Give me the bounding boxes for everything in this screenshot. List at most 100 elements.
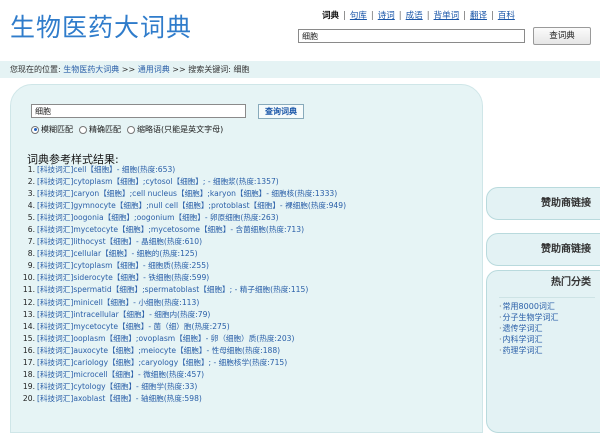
- hot-categories: 热门分类 常用8000词汇分子生物学词汇遗传学词汇内科学词汇药理学词汇: [486, 270, 600, 433]
- result-category-link[interactable]: [科技词汇]: [37, 273, 73, 282]
- top-search-input[interactable]: 细胞: [298, 29, 525, 43]
- result-category-link[interactable]: [科技词汇]: [37, 310, 73, 319]
- match-options: 模糊匹配 精确匹配 缩略语(只能是英文字母): [31, 124, 229, 135]
- top-search-button[interactable]: 查词典: [533, 27, 591, 45]
- nav-encyclopedia[interactable]: 百科: [498, 11, 515, 21]
- result-entry-link[interactable]: minicell【细胞】- 小细胞(热度:113): [73, 298, 199, 307]
- hot-category-link[interactable]: 内科学词汇: [499, 334, 595, 345]
- result-item: 19. [科技词汇]cytology【细胞】- 细胞学(热度:33): [18, 381, 478, 393]
- result-entry-link[interactable]: microcell【细胞】- 微细胞(热度:457): [73, 370, 204, 379]
- result-entry-link[interactable]: siderocyte【细胞】- 铁细胞(热度:599): [73, 273, 209, 282]
- result-category-link[interactable]: [科技词汇]: [37, 285, 73, 294]
- fuzzy-match-option[interactable]: 模糊匹配: [31, 124, 73, 135]
- result-category-link[interactable]: [科技词汇]: [37, 213, 73, 222]
- site-logo[interactable]: 生物医药大词典: [10, 8, 192, 44]
- nav-sentences[interactable]: 句库: [350, 11, 367, 21]
- result-category-link[interactable]: [科技词汇]: [37, 249, 73, 258]
- result-entry-link[interactable]: cytoplasm【细胞】;cytosol【细胞】; - 细胞浆(热度:1357…: [73, 177, 278, 186]
- top-nav: 词典 | 句库 | 诗词 | 成语 | 背单词 | 翻译 | 百科: [322, 9, 515, 21]
- dictionary-search-input[interactable]: 细胞: [31, 104, 246, 118]
- result-entry-link[interactable]: caryon【细胞】;cell nucleus【细胞】;karyon【细胞】- …: [73, 189, 337, 198]
- result-item: 18. [科技词汇]microcell【细胞】- 微细胞(热度:457): [18, 369, 478, 381]
- result-category-link[interactable]: [科技词汇]: [37, 382, 73, 391]
- result-entry-link[interactable]: cell【细胞】- 细胞(热度:653): [73, 165, 175, 174]
- result-entry-link[interactable]: auxocyte【细胞】;meiocyte【细胞】- 性母细胞(热度:188): [73, 346, 280, 355]
- hot-category-link[interactable]: 分子生物学词汇: [499, 312, 595, 323]
- result-number: 2.: [27, 177, 35, 187]
- result-number: 15.: [22, 333, 35, 343]
- nav-vocab[interactable]: 背单词: [434, 11, 460, 21]
- result-number: 13.: [22, 309, 35, 319]
- result-category-link[interactable]: [科技词汇]: [37, 237, 73, 246]
- result-entry-link[interactable]: intracellular【细胞】- 细胞内(热度:79): [73, 310, 210, 319]
- results-list: 1. [科技词汇]cell【细胞】- 细胞(热度:653) 2. [科技词汇]cyto…: [18, 164, 478, 405]
- result-item: 9. [科技词汇]cytoplasm【细胞】- 细胞质(热度:255): [18, 260, 478, 272]
- result-entry-link[interactable]: oogonia【细胞】;oogonium【细胞】- 卵原细胞(热度:263): [73, 213, 278, 222]
- dictionary-search-button[interactable]: 查询词典: [258, 104, 304, 119]
- radio-icon[interactable]: [79, 125, 87, 134]
- result-item: 2. [科技词汇]cytoplasm【细胞】;cytosol【细胞】; - 细胞浆…: [18, 176, 478, 188]
- result-category-link[interactable]: [科技词汇]: [37, 261, 73, 270]
- result-item: 1. [科技词汇]cell【细胞】- 细胞(热度:653): [18, 164, 478, 176]
- result-category-link[interactable]: [科技词汇]: [37, 394, 73, 403]
- breadcrumb-separator: >>: [172, 65, 186, 74]
- result-item: 16. [科技词汇]auxocyte【细胞】;meiocyte【细胞】- 性母细胞…: [18, 345, 478, 357]
- result-category-link[interactable]: [科技词汇]: [37, 358, 73, 367]
- result-number: 1.: [27, 165, 35, 174]
- nav-separator: |: [343, 11, 346, 21]
- result-entry-link[interactable]: mycetocyte【细胞】;mycetosome【细胞】- 含菌细胞(热度:7…: [73, 225, 304, 234]
- result-category-link[interactable]: [科技词汇]: [37, 189, 73, 198]
- hot-category-link[interactable]: 药理学词汇: [499, 345, 595, 356]
- sponsor-box-2: 赞助商链接: [486, 233, 600, 266]
- result-number: 17.: [22, 357, 35, 367]
- hot-category-link[interactable]: 常用8000词汇: [499, 301, 595, 312]
- nav-separator: |: [463, 11, 466, 21]
- result-category-link[interactable]: [科技词汇]: [37, 370, 73, 379]
- result-item: 20. [科技词汇]axoblast【细胞】- 轴细胞(热度:598): [18, 393, 478, 405]
- sponsor-title: 赞助商链接: [541, 198, 591, 209]
- result-number: 10.: [22, 273, 35, 283]
- result-entry-link[interactable]: cellular【细胞】- 细胞的(热度:125): [73, 249, 197, 258]
- result-category-link[interactable]: [科技词汇]: [37, 298, 73, 307]
- result-entry-link[interactable]: cytoplasm【细胞】- 细胞质(热度:255): [73, 261, 209, 270]
- result-entry-link[interactable]: cytology【细胞】- 细胞学(热度:33): [73, 382, 197, 391]
- result-entry-link[interactable]: gymnocyte【细胞】;null cell【细胞】;protoblast【细…: [73, 201, 346, 210]
- result-number: 18.: [22, 369, 35, 379]
- nav-idioms[interactable]: 成语: [406, 11, 423, 21]
- nav-dict[interactable]: 词典: [322, 11, 339, 21]
- option-label: 精确匹配: [89, 125, 121, 134]
- result-entry-link[interactable]: ooplasm【细胞】;ovoplasm【细胞】- 卵（细胞）质(热度:203): [73, 334, 294, 343]
- radio-icon[interactable]: [31, 125, 39, 134]
- breadcrumb-separator: >>: [121, 65, 136, 74]
- breadcrumb-site-link[interactable]: 生物医药大词典: [63, 65, 119, 74]
- result-number: 11.: [22, 285, 35, 295]
- result-category-link[interactable]: [科技词汇]: [37, 334, 73, 343]
- breadcrumb-section-link[interactable]: 通用词典: [138, 65, 170, 74]
- radio-icon[interactable]: [127, 125, 135, 134]
- nav-poems[interactable]: 诗词: [378, 11, 395, 21]
- result-category-link[interactable]: [科技词汇]: [37, 165, 73, 174]
- result-entry-link[interactable]: axoblast【细胞】- 轴细胞(热度:598): [73, 394, 202, 403]
- result-category-link[interactable]: [科技词汇]: [37, 201, 73, 210]
- result-entry-link[interactable]: lithocyst【细胞】- 晶细胞(热度:610): [73, 237, 202, 246]
- result-number: 16.: [22, 345, 35, 355]
- abbreviation-option[interactable]: 缩略语(只能是英文字母): [127, 124, 223, 135]
- result-number: 14.: [22, 321, 35, 331]
- result-number: 7.: [27, 237, 35, 247]
- result-category-link[interactable]: [科技词汇]: [37, 225, 73, 234]
- nav-separator: |: [426, 11, 430, 21]
- result-category-link[interactable]: [科技词汇]: [37, 322, 73, 331]
- result-entry-link[interactable]: spermatid【细胞】;spermatoblast【细胞】; - 精子细胞(…: [73, 285, 308, 294]
- result-category-link[interactable]: [科技词汇]: [37, 177, 73, 186]
- result-item: 8. [科技词汇]cellular【细胞】- 细胞的(热度:125): [18, 248, 478, 260]
- hot-category-link[interactable]: 遗传学词汇: [499, 323, 595, 334]
- result-item: 13. [科技词汇]intracellular【细胞】- 细胞内(热度:79): [18, 309, 478, 321]
- result-entry-link[interactable]: mycetocyte【细胞】- 菌（细）胞(热度:275): [73, 322, 229, 331]
- exact-match-option[interactable]: 精确匹配: [79, 124, 121, 135]
- result-category-link[interactable]: [科技词汇]: [37, 346, 73, 355]
- result-number: 8.: [27, 249, 35, 259]
- nav-translate[interactable]: 翻译: [470, 11, 487, 21]
- result-entry-link[interactable]: cariology【细胞】;caryology【细胞】; - 细胞核学(热度:7…: [73, 358, 287, 367]
- breadcrumb-keyword: 搜索关键词: 细胞: [188, 65, 250, 74]
- result-item: 10. [科技词汇]siderocyte【细胞】- 铁细胞(热度:599): [18, 272, 478, 284]
